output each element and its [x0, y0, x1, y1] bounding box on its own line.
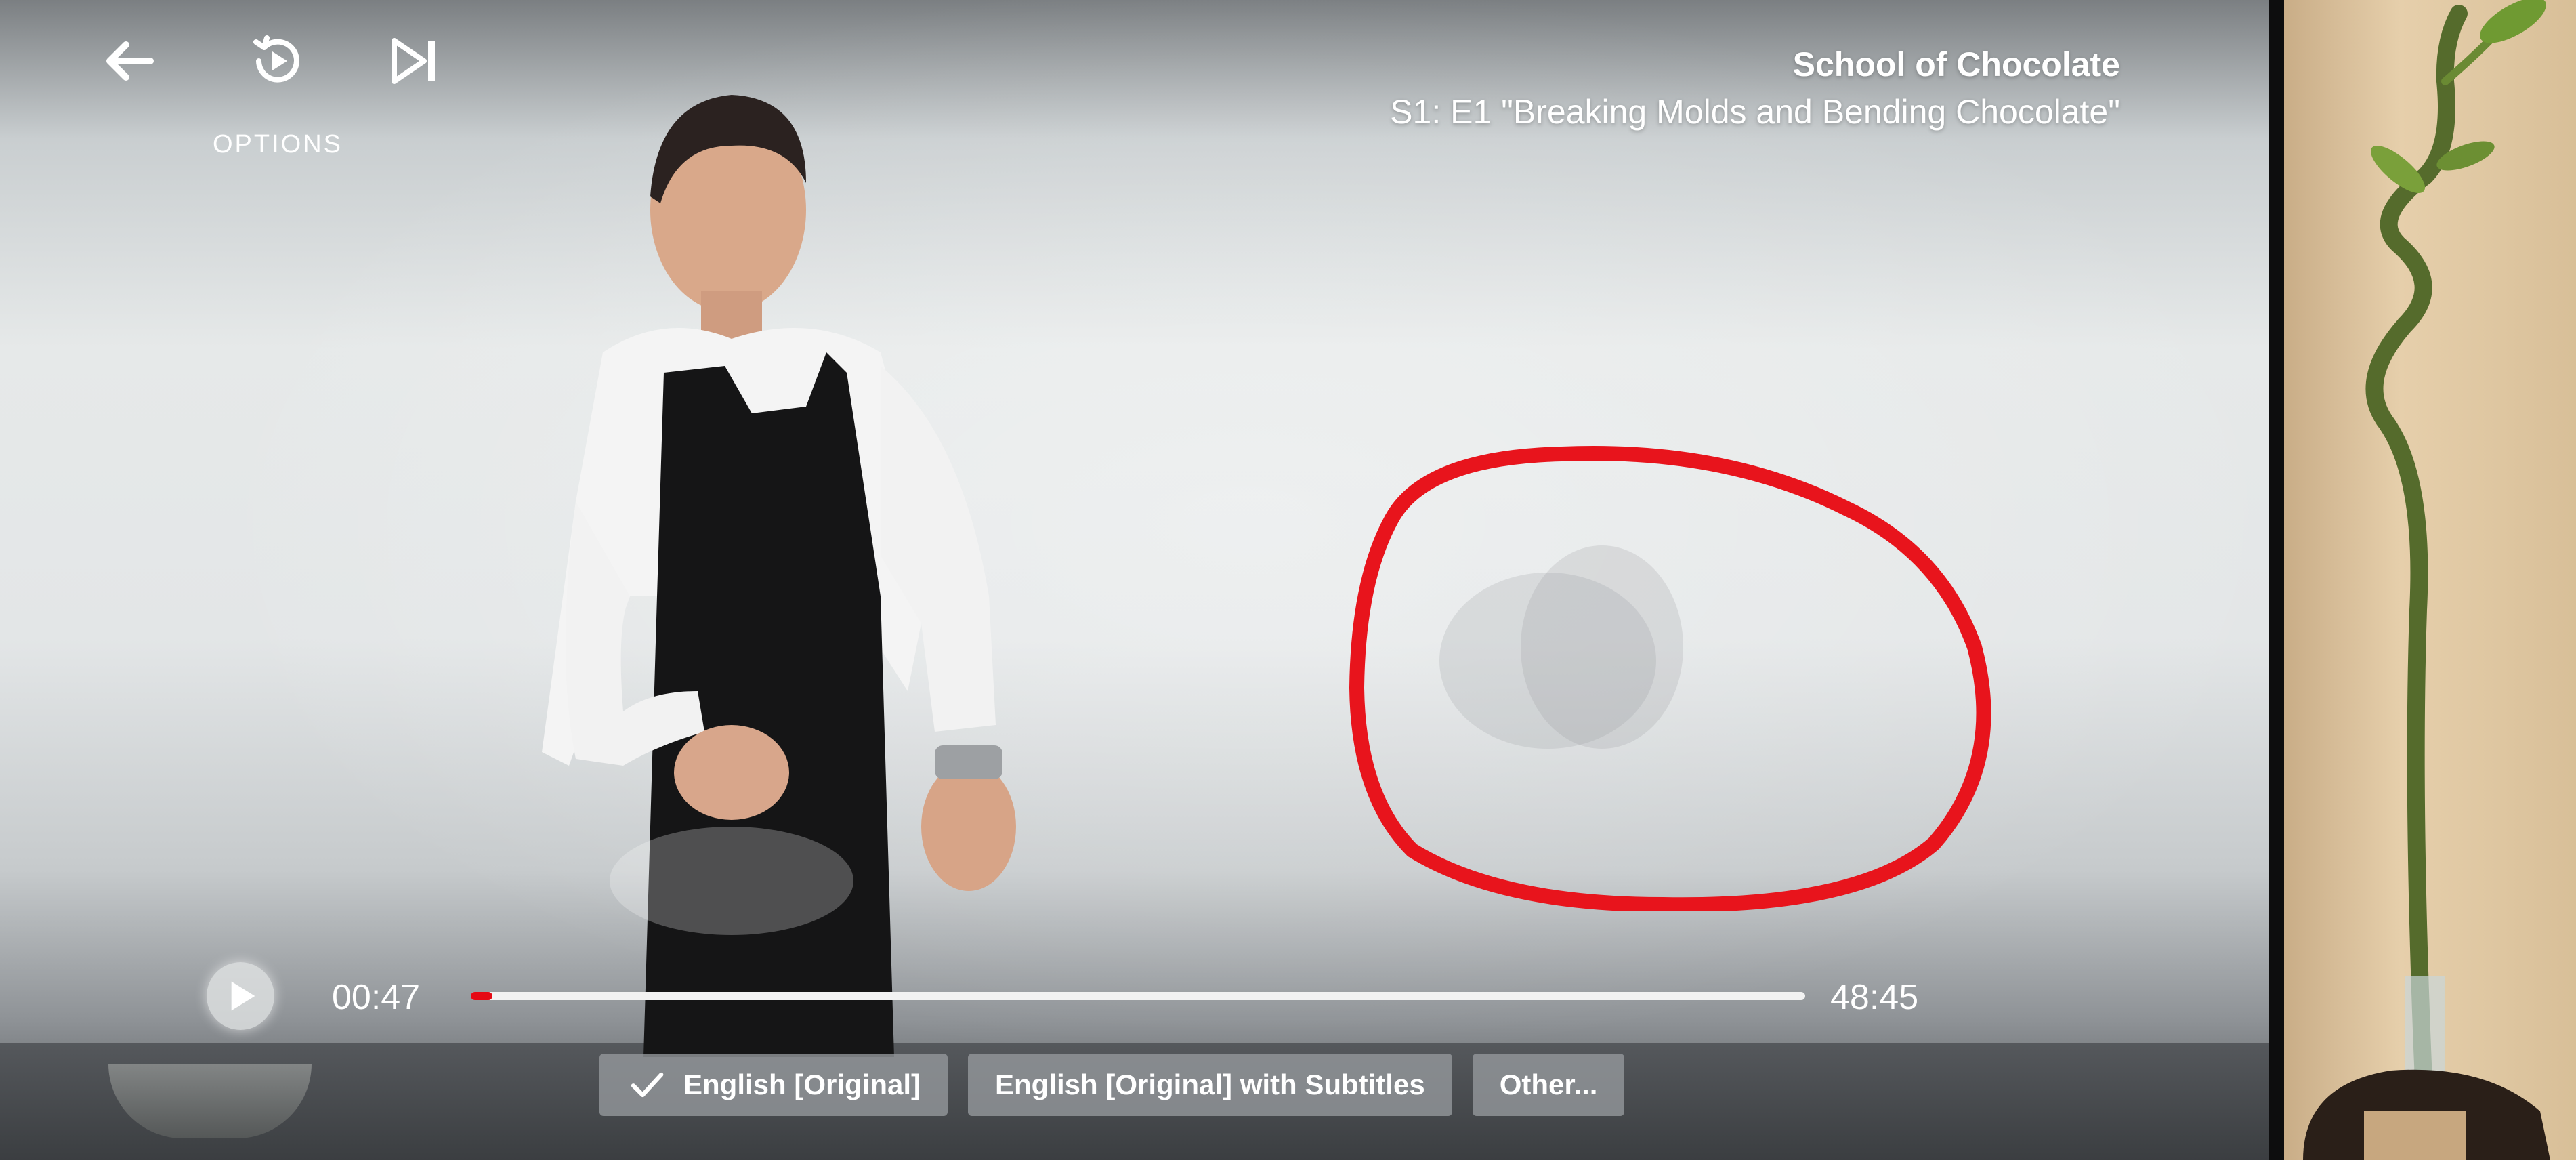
- play-button[interactable]: [207, 962, 274, 1030]
- audio-option-english-original[interactable]: English [Original]: [599, 1054, 948, 1116]
- options-label: OPTIONS: [212, 130, 343, 159]
- show-title: School of Chocolate: [1792, 45, 2120, 83]
- audio-option-label: English [Original] with Subtitles: [995, 1069, 1425, 1100]
- episode-title: S1: E1 "Breaking Molds and Bending Choco…: [1390, 93, 2120, 131]
- progress-fill: [471, 992, 492, 1000]
- bamboo-plant: [2289, 0, 2576, 1160]
- current-time: 00:47: [332, 978, 421, 1017]
- arrow-left-icon: [106, 41, 154, 81]
- skip-next-icon: [392, 38, 435, 84]
- photo-stage: OPTIONS School of Chocolate S1: E1 "Brea…: [0, 0, 2576, 1160]
- title-block: School of Chocolate S1: E1 "Breaking Mol…: [1104, 41, 2120, 136]
- next-episode-button[interactable]: [373, 20, 454, 102]
- back-button[interactable]: [88, 20, 169, 102]
- top-controls: OPTIONS: [88, 20, 467, 169]
- check-icon: [627, 1064, 667, 1105]
- options-button[interactable]: [237, 20, 318, 102]
- chef-figure: [528, 81, 1206, 1057]
- red-annotation-circle: [1345, 444, 2008, 911]
- audio-option-other[interactable]: Other...: [1472, 1054, 1625, 1116]
- audio-option-label: English [Original]: [683, 1069, 921, 1100]
- video-frame: OPTIONS School of Chocolate S1: E1 "Brea…: [0, 0, 2269, 1160]
- play-icon: [231, 981, 255, 1011]
- tv-bezel: [2269, 0, 2284, 1160]
- audio-option-label: Other...: [1499, 1069, 1598, 1100]
- playback-bar: 00:47 48:45: [196, 949, 1958, 1043]
- total-time: 48:45: [1830, 978, 1919, 1017]
- replay-options-icon: [253, 35, 299, 83]
- audio-options: English [Original] English [Original] wi…: [599, 1054, 1625, 1116]
- audio-option-english-subtitles[interactable]: English [Original] with Subtitles: [968, 1054, 1452, 1116]
- progress-scrubber[interactable]: [471, 992, 1805, 1000]
